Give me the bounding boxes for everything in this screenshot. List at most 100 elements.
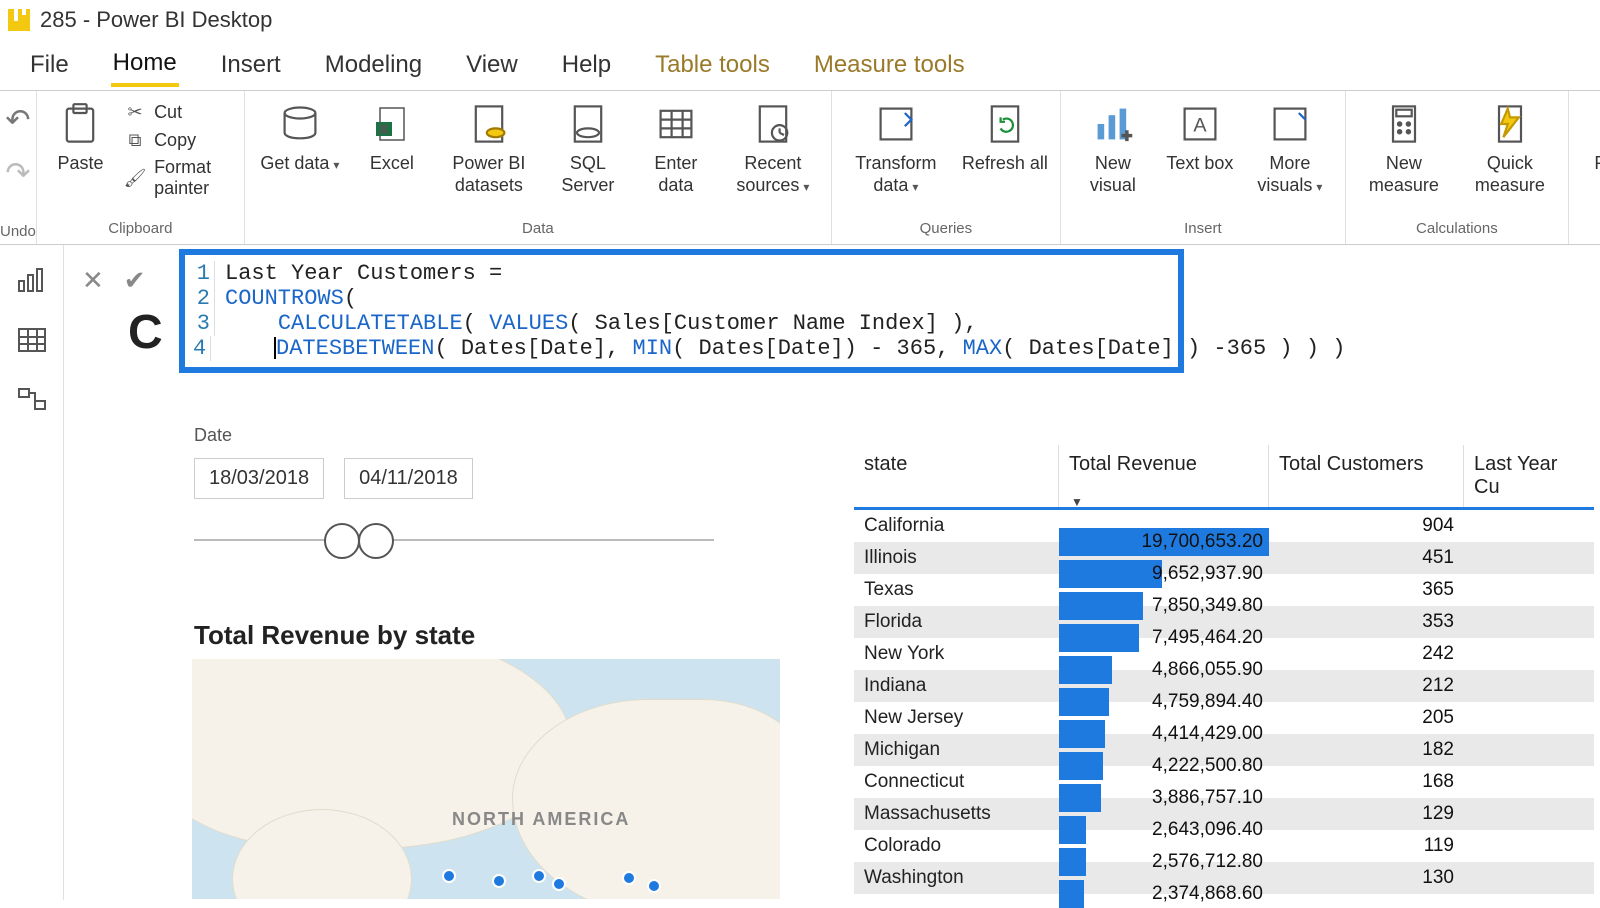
map-point[interactable]	[647, 879, 661, 893]
transform-data-button[interactable]: Transform data	[842, 95, 950, 196]
queries-group-label: Queries	[920, 220, 973, 242]
paste-button[interactable]: Paste	[47, 95, 114, 175]
map-point[interactable]	[552, 877, 566, 891]
cell-state: Colorado	[854, 835, 1059, 857]
date-slicer[interactable]: Date 18/03/2018 04/11/2018	[194, 425, 714, 561]
undo-button[interactable]: ↶	[5, 103, 30, 138]
quick-measure-icon	[1488, 102, 1532, 146]
map-visual-title: Total Revenue by state	[194, 620, 475, 651]
revenue-bar	[1059, 656, 1112, 684]
cell-customers: 353	[1269, 611, 1464, 633]
datasets-icon	[467, 102, 511, 146]
paintbrush-icon: 🖌	[124, 167, 146, 189]
tab-table-tools[interactable]: Table tools	[653, 45, 772, 85]
recent-icon	[751, 102, 795, 146]
enter-data-button[interactable]: Enter data	[637, 95, 715, 196]
tab-modeling[interactable]: Modeling	[323, 45, 424, 85]
slider-handle-end[interactable]	[358, 523, 394, 559]
formula-cancel-button[interactable]: ✕	[82, 265, 104, 296]
insert-group-label: Insert	[1184, 220, 1222, 242]
redo-button[interactable]: ↷	[5, 156, 30, 191]
date-from-input[interactable]: 18/03/2018	[194, 458, 324, 499]
refresh-button[interactable]: Refresh all	[960, 95, 1050, 175]
table-header-row: state Total Revenue Total Customers Last…	[854, 445, 1594, 510]
text-box-button[interactable]: AText box	[1165, 95, 1235, 175]
window-title: 285 - Power BI Desktop	[40, 7, 272, 33]
cell-state: Massachusetts	[854, 803, 1059, 825]
table-row[interactable]: California19,700,653.20904	[854, 510, 1594, 542]
new-visual-button[interactable]: +New visual	[1071, 95, 1155, 196]
cell-customers: 365	[1269, 579, 1464, 601]
svg-text:X: X	[380, 124, 388, 136]
refresh-icon	[983, 102, 1027, 146]
revenue-bar	[1059, 752, 1103, 780]
svg-text:A: A	[1193, 115, 1207, 137]
cell-state: Illinois	[854, 547, 1059, 569]
more-visuals-button[interactable]: More visuals	[1245, 95, 1335, 196]
cell-state: New York	[854, 643, 1059, 665]
date-slider[interactable]	[194, 521, 714, 561]
get-data-button[interactable]: Get data	[255, 95, 345, 175]
more-visuals-icon	[1268, 102, 1312, 146]
map-point[interactable]	[622, 871, 636, 885]
cut-button[interactable]: ✂Cut	[124, 101, 234, 123]
table-visual[interactable]: state Total Revenue Total Customers Last…	[854, 445, 1594, 894]
cell-customers: 168	[1269, 771, 1464, 793]
tab-view[interactable]: View	[464, 45, 520, 85]
revenue-bar	[1059, 784, 1101, 812]
revenue-bar	[1059, 880, 1084, 908]
slider-handle-start[interactable]	[324, 523, 360, 559]
copy-button[interactable]: ⧉Copy	[124, 129, 234, 151]
scissors-icon: ✂	[124, 101, 146, 123]
map-point[interactable]	[532, 869, 546, 883]
col-header-state[interactable]: state	[854, 445, 1059, 507]
col-header-last-year[interactable]: Last Year Cu	[1464, 445, 1594, 507]
formula-bar[interactable]: 1Last Year Customers = 2COUNTROWS( 3 CAL…	[179, 249, 1184, 373]
map-visual[interactable]: NORTH AMERICA	[192, 659, 780, 899]
report-canvas: ✕ ✔ C 1Last Year Customers = 2COUNTROWS(…	[64, 245, 1600, 900]
svg-text:+: +	[1122, 126, 1132, 146]
ribbon-group-insert: +New visual AText box More visuals Inser…	[1061, 91, 1346, 244]
quick-measure-button[interactable]: Quick measure	[1462, 95, 1558, 196]
data-view-button[interactable]	[15, 325, 49, 355]
col-header-total-revenue[interactable]: Total Revenue	[1059, 445, 1269, 507]
format-painter-button[interactable]: 🖌Format painter	[124, 157, 234, 199]
revenue-bar	[1059, 592, 1143, 620]
cell-customers: 242	[1269, 643, 1464, 665]
revenue-bar	[1059, 560, 1162, 588]
report-view-button[interactable]	[15, 265, 49, 295]
new-measure-button[interactable]: New measure	[1356, 95, 1452, 196]
excel-button[interactable]: XExcel	[355, 95, 429, 175]
cell-state: Michigan	[854, 739, 1059, 761]
tab-insert[interactable]: Insert	[219, 45, 283, 85]
tab-file[interactable]: File	[28, 45, 71, 85]
map-point[interactable]	[442, 869, 456, 883]
excel-icon: X	[372, 104, 412, 144]
date-to-input[interactable]: 04/11/2018	[344, 458, 473, 499]
cell-state: Texas	[854, 579, 1059, 601]
tab-help[interactable]: Help	[560, 45, 613, 85]
model-view-button[interactable]	[15, 385, 49, 415]
map-point[interactable]	[492, 874, 506, 888]
cell-state: Connecticut	[854, 771, 1059, 793]
ribbon: ↶ ↷ Undo Paste ✂Cut ⧉Copy 🖌Format painte…	[0, 90, 1600, 245]
sql-server-button[interactable]: SQL Server	[549, 95, 627, 196]
recent-sources-button[interactable]: Recent sources	[725, 95, 821, 196]
sql-icon	[566, 102, 610, 146]
tab-measure-tools[interactable]: Measure tools	[812, 45, 967, 85]
formula-commit-button[interactable]: ✔	[124, 265, 146, 296]
ribbon-group-data: Get data XExcel Power BI datasets SQL Se…	[245, 91, 832, 244]
tab-home[interactable]: Home	[111, 43, 179, 87]
col-header-total-customers[interactable]: Total Customers	[1269, 445, 1464, 507]
calculator-icon	[1382, 102, 1426, 146]
cell-state: Washington	[854, 867, 1059, 889]
background-heading: C	[128, 305, 162, 360]
revenue-bar	[1059, 688, 1109, 716]
ribbon-group-queries: Transform data Refresh all Queries	[832, 91, 1061, 244]
publish-button[interactable]: Publish	[1579, 95, 1600, 175]
view-rail	[0, 245, 64, 900]
data-group-label: Data	[522, 220, 554, 242]
slicer-title: Date	[194, 425, 714, 446]
ribbon-group-share: Publish Share	[1569, 91, 1600, 244]
pbi-datasets-button[interactable]: Power BI datasets	[439, 95, 539, 196]
